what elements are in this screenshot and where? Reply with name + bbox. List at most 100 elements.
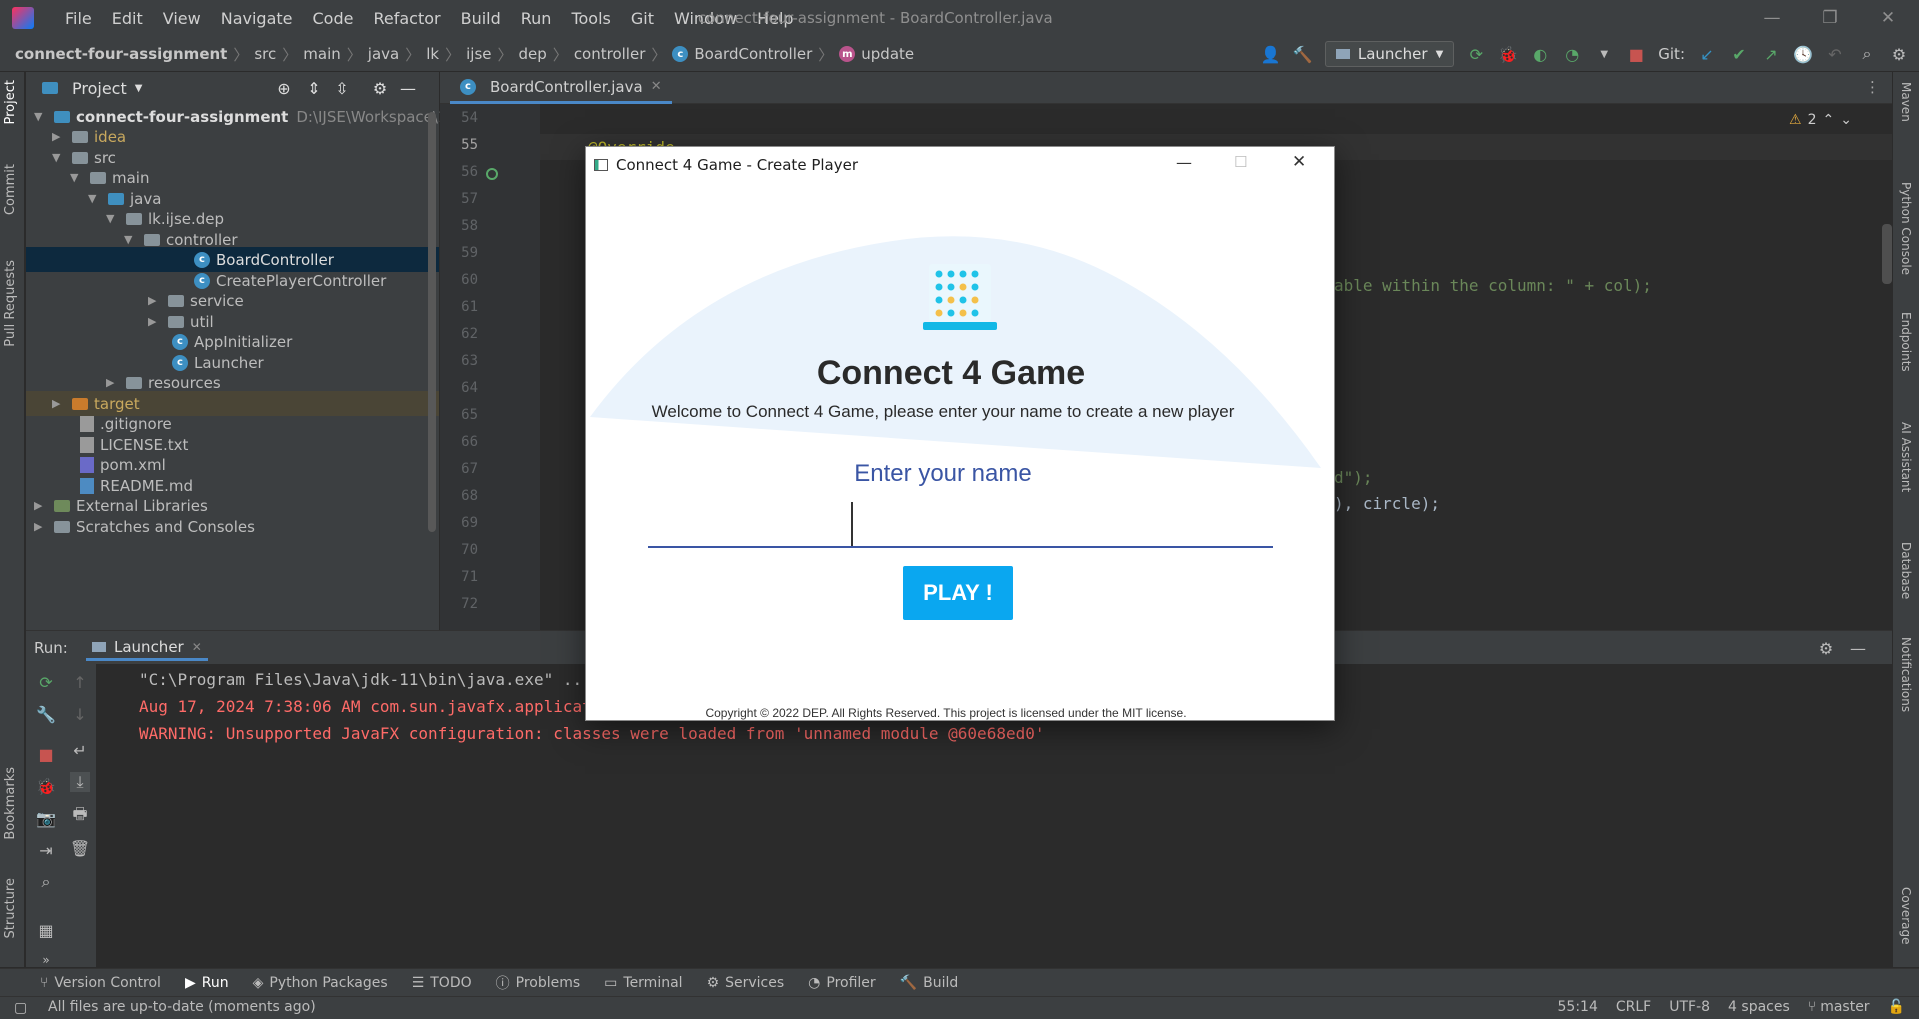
locate-icon[interactable]: ⊕ bbox=[274, 78, 294, 98]
rollback-icon[interactable]: ↶ bbox=[1825, 44, 1845, 64]
lock-icon[interactable]: 🔓 bbox=[1888, 999, 1905, 1015]
trash-icon[interactable]: 🗑 bbox=[70, 838, 90, 858]
crumb-java[interactable]: java bbox=[368, 45, 399, 63]
close-tab-icon[interactable]: ✕ bbox=[192, 640, 202, 654]
override-marker-icon[interactable] bbox=[486, 168, 498, 180]
project-view-select[interactable]: Project bbox=[72, 79, 127, 98]
inspection-widget[interactable]: ⚠ 2 ⌃ ⌄ bbox=[1789, 112, 1852, 128]
menu-file[interactable]: File bbox=[55, 9, 102, 28]
tab-build[interactable]: 🔨 Build bbox=[900, 975, 959, 991]
git-update-icon[interactable]: ↙ bbox=[1697, 44, 1717, 64]
build-hammer-icon[interactable]: 🔨 bbox=[1293, 44, 1313, 64]
arrow-up-icon[interactable]: ↑ bbox=[70, 672, 90, 692]
menu-tools[interactable]: Tools bbox=[561, 9, 620, 28]
tab-database[interactable]: Database bbox=[1899, 542, 1913, 599]
soft-wrap-icon[interactable]: ↵ bbox=[70, 740, 90, 760]
panel-toggle-icon[interactable]: ▢ bbox=[14, 1000, 27, 1016]
project-scrollbar[interactable] bbox=[428, 112, 436, 532]
user-icon[interactable]: 👤 bbox=[1261, 44, 1281, 64]
crumb-ijse[interactable]: ijse bbox=[466, 45, 491, 63]
crumb-project[interactable]: connect-four-assignment bbox=[15, 45, 227, 63]
tab-profiler[interactable]: ◔ Profiler bbox=[808, 975, 876, 991]
stop-icon[interactable]: ■ bbox=[1626, 44, 1646, 64]
stop-icon[interactable]: ■ bbox=[36, 744, 56, 764]
expand-all-icon[interactable]: ⇕ bbox=[304, 78, 324, 98]
crumb-dep[interactable]: dep bbox=[519, 45, 547, 63]
menu-edit[interactable]: Edit bbox=[102, 9, 153, 28]
wrench-icon[interactable]: 🔧 bbox=[36, 704, 56, 724]
tab-run[interactable]: ▶ Run bbox=[185, 975, 229, 991]
rerun-icon[interactable]: ⟳ bbox=[1466, 44, 1486, 64]
layout-icon[interactable]: ▦ bbox=[36, 920, 56, 940]
run-config-select[interactable]: Launcher ▼ bbox=[1324, 41, 1455, 67]
menu-view[interactable]: View bbox=[153, 9, 211, 28]
file-encoding[interactable]: UTF-8 bbox=[1669, 999, 1710, 1015]
play-button[interactable]: PLAY ! bbox=[903, 566, 1013, 620]
chevron-down-icon[interactable]: ▼ bbox=[135, 83, 143, 94]
rerun-icon[interactable]: ⟳ bbox=[36, 672, 56, 692]
crumb-class[interactable]: BoardController bbox=[694, 45, 812, 63]
close-icon[interactable]: ✕ bbox=[1868, 5, 1908, 31]
git-push-icon[interactable]: ↗ bbox=[1761, 44, 1781, 64]
tab-project[interactable]: Project bbox=[3, 80, 18, 124]
crumb-main[interactable]: main bbox=[303, 45, 340, 63]
gear-icon[interactable]: ⚙ bbox=[1889, 44, 1909, 64]
crumb-src[interactable]: src bbox=[254, 45, 276, 63]
tab-pull-requests[interactable]: Pull Requests bbox=[3, 260, 18, 347]
chevron-up-icon[interactable]: ⌃ bbox=[1823, 112, 1835, 128]
gear-icon[interactable]: ⚙ bbox=[370, 78, 390, 98]
chevron-down-icon[interactable]: ⌄ bbox=[1840, 112, 1852, 128]
debug-icon[interactable]: 🐞 bbox=[1498, 44, 1518, 64]
collapse-all-icon[interactable]: ⇳ bbox=[332, 78, 352, 98]
menu-git[interactable]: Git bbox=[621, 9, 664, 28]
scroll-to-end-icon[interactable]: ⤓ bbox=[70, 772, 90, 792]
hide-icon[interactable]: — bbox=[1848, 638, 1868, 658]
tab-terminal[interactable]: ▭ Terminal bbox=[604, 975, 682, 991]
editor-tab-boardcontroller[interactable]: c BoardController.java ✕ bbox=[450, 72, 672, 104]
tab-problems[interactable]: ⓘ Problems bbox=[496, 973, 581, 993]
crumb-lk[interactable]: lk bbox=[426, 45, 439, 63]
tab-ai-assistant[interactable]: AI Assistant bbox=[1899, 422, 1913, 492]
menu-build[interactable]: Build bbox=[451, 9, 511, 28]
tab-bookmarks[interactable]: Bookmarks bbox=[3, 767, 18, 840]
tab-services[interactable]: ⚙ Services bbox=[707, 975, 785, 991]
tab-version-control[interactable]: ⑂ Version Control bbox=[40, 975, 161, 991]
history-icon[interactable]: 🕓 bbox=[1793, 44, 1813, 64]
more-run-icon[interactable]: ▼ bbox=[1594, 44, 1614, 64]
more-icon[interactable]: » bbox=[36, 950, 56, 970]
line-separator[interactable]: CRLF bbox=[1616, 999, 1651, 1015]
player-name-input[interactable] bbox=[648, 494, 1273, 548]
status-message[interactable]: All files are up-to-date (moments ago) bbox=[48, 999, 316, 1015]
run-tab-launcher[interactable]: Launcher ✕ bbox=[86, 635, 208, 661]
tab-endpoints[interactable]: Endpoints bbox=[1899, 312, 1913, 372]
menu-navigate[interactable]: Navigate bbox=[211, 9, 303, 28]
camera-icon[interactable]: 📷 bbox=[36, 808, 56, 828]
tab-notifications[interactable]: Notifications bbox=[1899, 637, 1913, 712]
restore-icon[interactable]: ❐ bbox=[1810, 5, 1850, 31]
menu-run[interactable]: Run bbox=[511, 9, 562, 28]
close-icon[interactable]: ✕ bbox=[1292, 152, 1306, 172]
gear-icon[interactable]: ⚙ bbox=[1816, 638, 1836, 658]
editor-scrollbar[interactable] bbox=[1882, 224, 1892, 284]
crumb-controller[interactable]: controller bbox=[574, 45, 646, 63]
menu-refactor[interactable]: Refactor bbox=[363, 9, 450, 28]
tab-structure[interactable]: Structure bbox=[3, 878, 18, 938]
search-icon[interactable]: ⌕ bbox=[36, 872, 56, 892]
indent-setting[interactable]: 4 spaces bbox=[1728, 999, 1790, 1015]
git-commit-icon[interactable]: ✔ bbox=[1729, 44, 1749, 64]
tab-coverage[interactable]: Coverage bbox=[1899, 887, 1913, 945]
tab-commit[interactable]: Commit bbox=[3, 164, 18, 215]
tree-item-scratches[interactable]: ▶ Scratches and Consoles bbox=[34, 514, 255, 539]
tab-maven[interactable]: Maven bbox=[1899, 82, 1913, 122]
debug-icon[interactable]: 🐞 bbox=[36, 776, 56, 796]
print-icon[interactable]: 🖶 bbox=[70, 804, 90, 826]
search-icon[interactable]: ⌕ bbox=[1857, 44, 1877, 64]
more-icon[interactable]: ⋮ bbox=[1865, 78, 1880, 96]
crumb-method[interactable]: update bbox=[861, 45, 914, 63]
tab-python-console[interactable]: Python Console bbox=[1899, 182, 1913, 275]
coverage-icon[interactable]: ◐ bbox=[1530, 44, 1550, 64]
login-icon[interactable]: ⇥ bbox=[36, 840, 56, 860]
hide-icon[interactable]: — bbox=[398, 78, 418, 98]
menu-code[interactable]: Code bbox=[303, 9, 364, 28]
caret-position[interactable]: 55:14 bbox=[1558, 999, 1598, 1015]
